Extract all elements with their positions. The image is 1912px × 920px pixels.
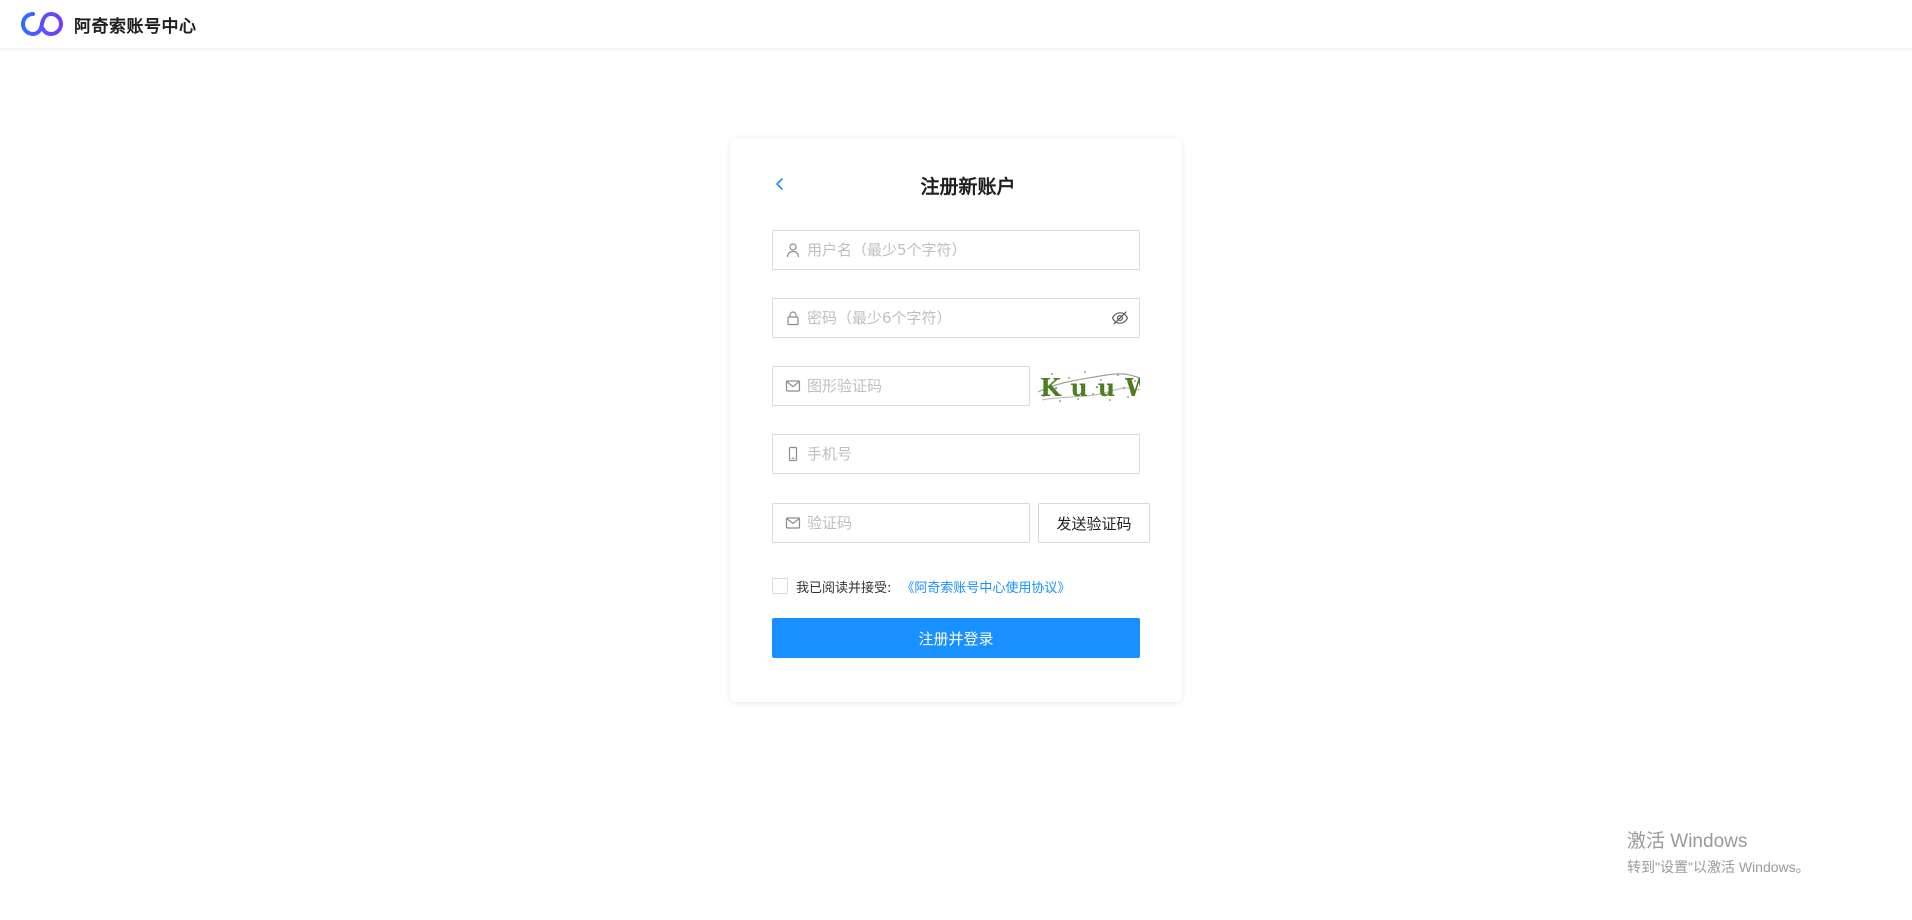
password-input[interactable] <box>807 300 1111 336</box>
send-code-button[interactable]: 发送验证码 <box>1038 503 1150 543</box>
password-field[interactable] <box>772 298 1140 338</box>
sms-code-input[interactable] <box>807 505 1029 541</box>
page-title: 注册新账户 <box>920 176 1016 198</box>
captcha-image[interactable]: KuuW <box>1038 366 1140 406</box>
agreement-link[interactable]: 《阿奇索账号中心使用协议》 <box>901 577 1070 596</box>
register-card: 注册新账户 用户名（最少5个字符） 图形验证码 Kuu 手机号 验证码 发送验证… <box>730 138 1182 702</box>
app-name: 阿奇索账号中心 <box>74 16 197 37</box>
agreement-text: 我已阅读并接受: <box>796 580 892 596</box>
mobile-icon <box>788 446 798 462</box>
sms-code-field[interactable] <box>772 503 1030 543</box>
top-navbar: 阿奇索账号中心 <box>0 0 1912 48</box>
agreement-row: 我已阅读并接受: 《阿奇索账号中心使用协议》 <box>772 576 1070 596</box>
mail-icon <box>785 380 801 392</box>
infinity-logo-icon[interactable] <box>18 9 66 39</box>
captcha-input[interactable] <box>807 368 1029 404</box>
watermark-subtitle: 转到"设置"以激活 Windows。 <box>1627 859 1810 875</box>
lock-icon <box>787 311 799 326</box>
phone-field[interactable] <box>772 434 1140 474</box>
captcha-field[interactable] <box>772 366 1030 406</box>
username-field[interactable] <box>772 230 1140 270</box>
captcha-text: KuuW <box>1040 373 1140 402</box>
username-input[interactable] <box>807 232 1139 268</box>
phone-input[interactable] <box>807 436 1139 472</box>
register-submit-button[interactable]: 注册并登录 <box>772 618 1140 658</box>
agreement-checkbox[interactable] <box>772 578 788 594</box>
windows-activation-watermark: 激活 Windows 转到"设置"以激活 Windows。 <box>1627 826 1810 877</box>
eye-hidden-icon[interactable] <box>1111 309 1129 327</box>
watermark-title: 激活 Windows <box>1627 831 1748 852</box>
mail-icon <box>785 517 801 529</box>
user-icon <box>786 243 800 258</box>
